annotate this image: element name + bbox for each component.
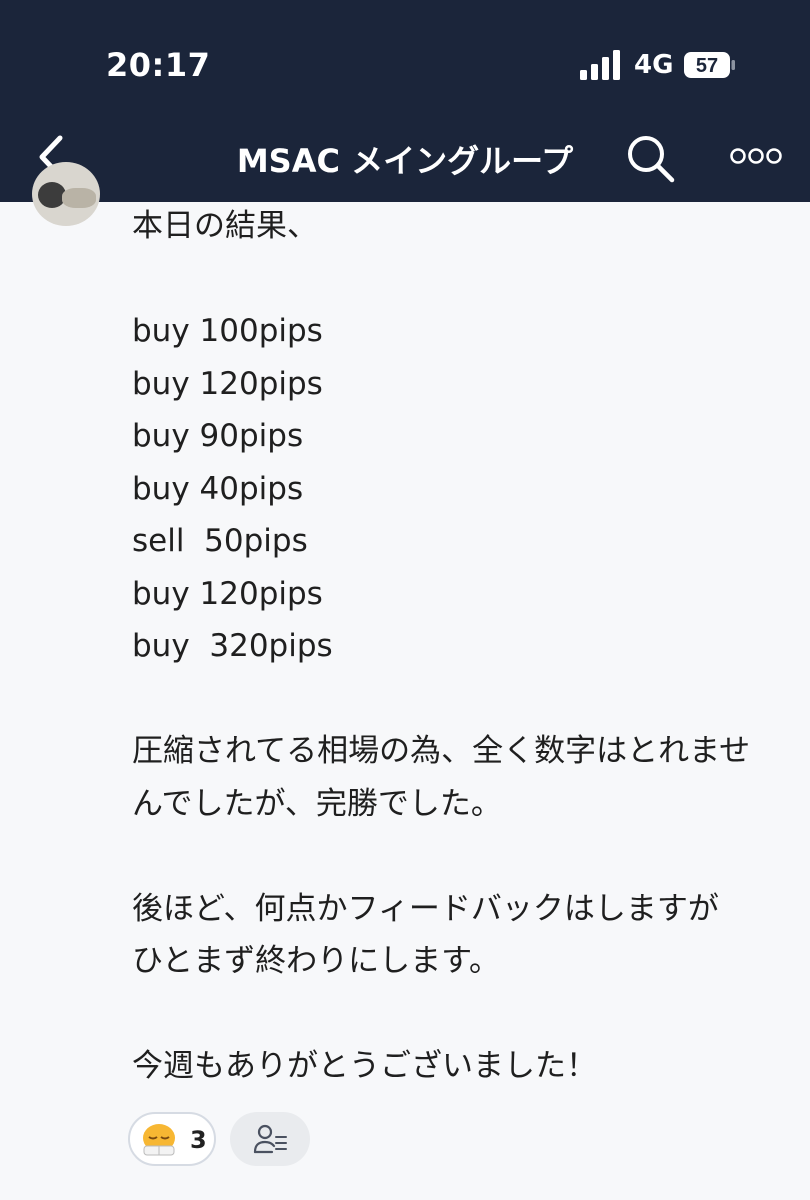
network-type: 4G <box>634 50 674 80</box>
message-line: 今週もありがとうございました！ <box>132 1048 597 1084</box>
message-line <box>132 830 792 883</box>
read-by-users-icon <box>253 1124 287 1154</box>
message-line: んでしたが、完勝でした。 <box>132 785 502 822</box>
search-icon[interactable] <box>624 132 678 186</box>
message-line: buy 120pips <box>132 365 323 402</box>
message-line: 圧縮されてる相場の為、全く数字はとれませ <box>132 733 751 769</box>
message-line: buy 90pips <box>132 418 304 454</box>
message-line: ひとまず終わりにします。 <box>132 943 500 979</box>
reaction-count: 3 <box>190 1126 207 1154</box>
sleepy-face-emoji-icon <box>143 1124 175 1156</box>
message-bubble: 本日の結果、 buy 100pips buy 120pips buy 90pip… <box>132 200 792 1093</box>
read-by-button[interactable] <box>230 1112 310 1166</box>
message-line: 後ほど、何点かフィードバックはしますが <box>132 890 719 927</box>
message-line: buy 100pips <box>132 313 323 349</box>
signal-strength-icon <box>580 50 620 80</box>
message-line: buy 40pips <box>132 470 304 507</box>
avatar[interactable] <box>32 162 100 226</box>
more-icon[interactable] <box>730 146 782 166</box>
reaction-button[interactable]: 3 <box>128 1112 216 1166</box>
battery-icon: 57 <box>684 52 735 78</box>
message-line: 本日の結果、 <box>132 208 318 244</box>
message-line: buy 320pips <box>132 628 333 664</box>
message-line: sell 50pips <box>132 523 308 559</box>
status-time: 20:17 <box>106 46 211 84</box>
battery-level: 57 <box>696 55 718 77</box>
message-line <box>132 988 792 1041</box>
message-line <box>132 253 792 306</box>
page-title: MSAC メイングループ <box>236 142 574 180</box>
message-line <box>132 673 792 726</box>
message-line: buy 120pips <box>132 575 323 612</box>
top-bar: 20:17 4G 57 MSAC メイングループ <box>0 0 810 202</box>
